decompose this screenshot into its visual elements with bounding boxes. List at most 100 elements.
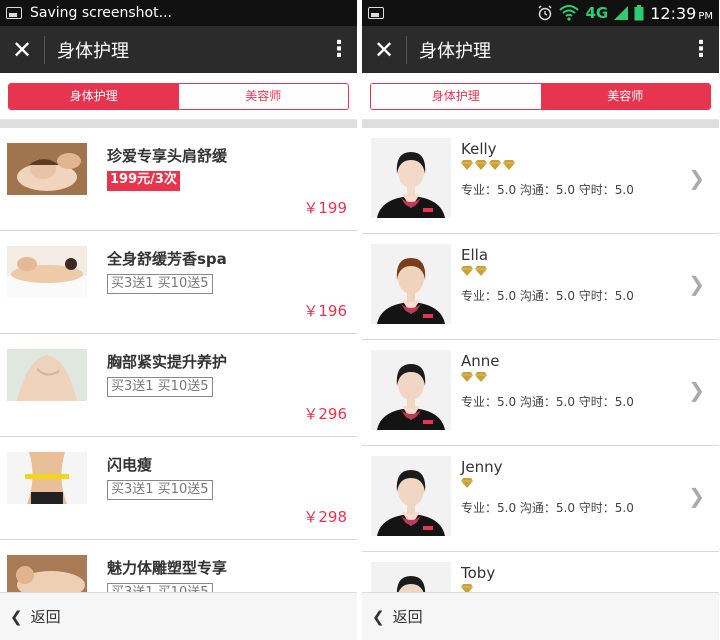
back-button[interactable]: 返回 xyxy=(393,606,423,627)
diamond-icon xyxy=(461,160,473,170)
service-price: ￥196 xyxy=(303,302,347,320)
beautician-scores: 专业：5.0 沟通：5.0 守时：5.0 xyxy=(461,501,634,515)
service-item[interactable]: 闪电瘦 买3送1 买10送5 ￥298 xyxy=(0,437,357,540)
more-vertical-icon: ⋮ xyxy=(328,37,350,62)
alarm-icon xyxy=(538,5,552,21)
tab-beautician[interactable]: 美容师 xyxy=(540,84,710,109)
beautician-item[interactable]: Anne 专业：5.0 沟通：5.0 守时：5.0 ❯ xyxy=(362,340,719,446)
left-screen: Saving screenshot... ✕ 身体护理 ⋮ 身体护理 美容师 珍… xyxy=(0,0,357,640)
more-menu-button[interactable]: ⋮ xyxy=(683,37,719,62)
diamond-icon xyxy=(489,160,501,170)
rating-diamonds xyxy=(461,160,515,170)
screenshot-icon xyxy=(6,7,22,19)
beautician-name: Anne xyxy=(461,352,500,370)
screenshot-icon xyxy=(368,7,384,19)
avatar xyxy=(371,350,451,430)
diamond-icon xyxy=(461,478,473,488)
toolbar-divider xyxy=(406,35,407,64)
tab-beautician[interactable]: 美容师 xyxy=(178,84,348,109)
section-gap xyxy=(362,120,719,128)
tab-body-care[interactable]: 身体护理 xyxy=(9,84,179,109)
avatar xyxy=(371,456,451,536)
chevron-right-icon: ❯ xyxy=(688,166,705,190)
service-name: 全身舒缓芳香spa xyxy=(107,250,227,268)
service-item[interactable]: 珍爱专享头肩舒缓 199元/3次 ￥199 xyxy=(0,128,357,231)
beautician-item[interactable]: Jenny 专业：5.0 沟通：5.0 守时：5.0 ❯ xyxy=(362,446,719,552)
service-item[interactable]: 全身舒缓芳香spa 买3送1 买10送5 ￥196 xyxy=(0,231,357,334)
beautician-item[interactable]: Ella 专业：5.0 沟通：5.0 守时：5.0 ❯ xyxy=(362,234,719,340)
service-name: 魅力体雕塑型专享 xyxy=(107,559,228,577)
service-name: 珍爱专享头肩舒缓 xyxy=(107,147,228,165)
status-time: 12:39 xyxy=(650,3,697,23)
avatar xyxy=(371,244,451,324)
service-promo-badge: 买3送1 买10送5 xyxy=(107,274,213,294)
rating-diamonds xyxy=(461,372,487,382)
signal-icon xyxy=(614,6,629,20)
bottom-bar: ❮ 返回 xyxy=(362,592,719,640)
close-button[interactable]: ✕ xyxy=(0,26,44,73)
beautician-item[interactable]: Kelly 专业：5.0 沟通：5.0 守时：5.0 ❯ xyxy=(362,128,719,234)
service-list: 珍爱专享头肩舒缓 199元/3次 ￥199 全身舒缓芳香spa 买3送1 买10送5 ￥1… xyxy=(0,128,357,640)
chevron-left-icon: ❮ xyxy=(10,607,23,626)
bottom-bar: ❮ 返回 xyxy=(0,592,357,640)
status-bar: Saving screenshot... xyxy=(0,0,357,26)
service-item[interactable]: 胸部紧实提升养护 买3送1 买10送5 ￥296 xyxy=(0,334,357,437)
service-promo-badge: 199元/3次 xyxy=(107,171,180,191)
service-thumbnail xyxy=(7,246,87,298)
diamond-icon xyxy=(503,160,515,170)
chevron-right-icon: ❯ xyxy=(688,378,705,402)
toolbar: ✕ 身体护理 ⋮ xyxy=(362,26,719,73)
beautician-list: Kelly 专业：5.0 沟通：5.0 守时：5.0 ❯ Ella 专业：5.0 沟通：… xyxy=(362,128,719,640)
beautician-name: Ella xyxy=(461,246,489,264)
avatar xyxy=(371,138,451,218)
segment-tabs: 身体护理 美容师 xyxy=(370,83,711,110)
status-bar: 4G 12:39 PM xyxy=(362,0,719,26)
service-name: 闪电瘦 xyxy=(107,456,153,474)
beautician-scores: 专业：5.0 沟通：5.0 守时：5.0 xyxy=(461,183,634,197)
battery-icon xyxy=(634,5,644,21)
chevron-left-icon: ❮ xyxy=(372,607,385,626)
service-promo-badge: 买3送1 买10送5 xyxy=(107,377,213,397)
beautician-name: Jenny xyxy=(461,458,503,476)
tab-body-care[interactable]: 身体护理 xyxy=(371,84,541,109)
diamond-icon xyxy=(461,372,473,382)
status-notification: Saving screenshot... xyxy=(30,5,172,21)
service-promo-badge: 买3送1 买10送5 xyxy=(107,480,213,500)
wifi-icon xyxy=(559,5,580,21)
close-button[interactable]: ✕ xyxy=(362,26,406,73)
tabs-area: 身体护理 美容师 xyxy=(0,73,357,120)
service-thumbnail xyxy=(7,452,87,504)
diamond-icon xyxy=(475,160,487,170)
diamond-icon xyxy=(475,266,487,276)
close-icon: ✕ xyxy=(373,35,395,64)
status-ampm: PM xyxy=(698,10,713,22)
page-title: 身体护理 xyxy=(57,40,129,62)
more-vertical-icon: ⋮ xyxy=(690,37,712,62)
service-price: ￥199 xyxy=(303,199,347,217)
right-screen: 4G 12:39 PM ✕ 身体护理 ⋮ 身体护理 美容师 Kelly 专业：5.0… xyxy=(362,0,719,640)
diamond-icon xyxy=(475,372,487,382)
chevron-right-icon: ❯ xyxy=(688,484,705,508)
toolbar-divider xyxy=(44,35,45,64)
rating-diamonds xyxy=(461,266,487,276)
service-name: 胸部紧实提升养护 xyxy=(107,353,228,371)
toolbar: ✕ 身体护理 ⋮ xyxy=(0,26,357,73)
segment-tabs: 身体护理 美容师 xyxy=(8,83,349,110)
service-thumbnail xyxy=(7,349,87,401)
service-price: ￥296 xyxy=(303,405,347,423)
status-clock: 12:39 PM xyxy=(650,4,713,23)
back-button[interactable]: 返回 xyxy=(31,606,61,627)
beautician-scores: 专业：5.0 沟通：5.0 守时：5.0 xyxy=(461,289,634,303)
tabs-area: 身体护理 美容师 xyxy=(362,73,719,120)
diamond-icon xyxy=(461,266,473,276)
beautician-name: Kelly xyxy=(461,140,497,158)
beautician-name: Toby xyxy=(461,564,496,582)
more-menu-button[interactable]: ⋮ xyxy=(321,37,357,62)
section-gap xyxy=(0,120,357,128)
network-type: 4G xyxy=(585,4,609,22)
service-thumbnail xyxy=(7,143,87,195)
rating-diamonds xyxy=(461,478,473,488)
beautician-scores: 专业：5.0 沟通：5.0 守时：5.0 xyxy=(461,395,634,409)
close-icon: ✕ xyxy=(11,35,33,64)
page-title: 身体护理 xyxy=(419,40,491,62)
